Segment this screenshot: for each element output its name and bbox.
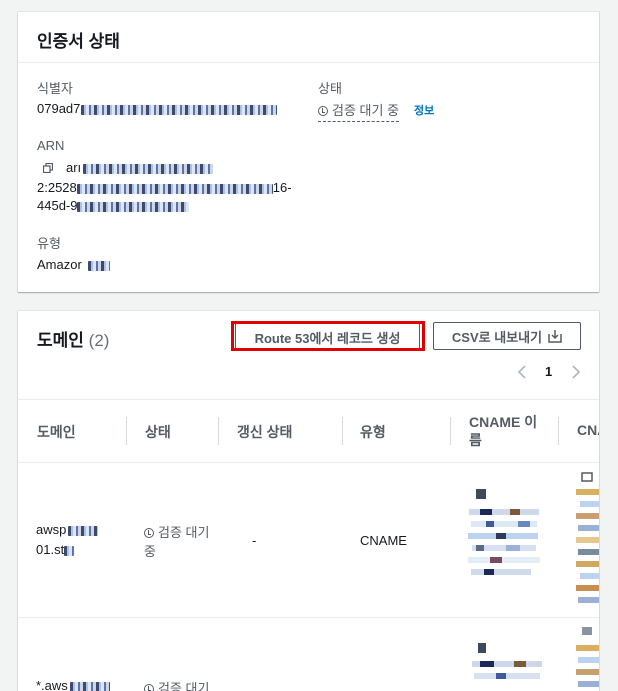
type-label: 유형 (37, 236, 61, 251)
table-row-1-domain-line-2: 01.st (36, 542, 75, 557)
identifier-label: 식별자 (37, 81, 73, 96)
chevron-right-icon[interactable] (571, 364, 581, 380)
copy-icon[interactable] (43, 163, 53, 173)
chevron-left-icon[interactable] (517, 364, 527, 380)
arn-line-2: 2:2528 16- (37, 180, 292, 195)
clock-icon (144, 528, 154, 538)
table-row-1-domain: awsp (36, 522, 99, 537)
page-number[interactable]: 1 (545, 364, 552, 379)
clock-icon (144, 684, 154, 691)
type-value: Amazor (37, 257, 110, 272)
header-divider (18, 462, 599, 463)
domains-heading: 도메인 (2) (37, 326, 109, 351)
domains-title: 도메인 (37, 331, 84, 350)
table-row-1-renewal: - (252, 533, 257, 548)
redacted-blur (69, 681, 110, 691)
domains-card: 도메인 (2) Route 53에서 레코드 생성 CSV로 내보내기 1 도메… (18, 311, 599, 691)
row-divider (18, 617, 599, 618)
button-label: CSV로 내보내기 (451, 329, 543, 345)
clock-icon (318, 106, 328, 116)
redacted-cname-value (576, 472, 599, 603)
column-separator (126, 417, 127, 445)
status-label: 상태 (318, 81, 342, 96)
redacted-blur (77, 201, 190, 212)
column-separator (450, 417, 451, 445)
card-header: 인증서 상태 (18, 12, 599, 63)
redacted-blur (87, 260, 110, 271)
column-header-renewal-status[interactable]: 갱신 상태 (237, 422, 292, 442)
redacted-blur (68, 525, 99, 536)
highlight-box (231, 321, 425, 351)
info-link[interactable]: 정보 (414, 102, 434, 118)
table-row-1-status: 검증 대기 (144, 522, 209, 541)
column-header-type[interactable]: 유형 (360, 422, 386, 442)
redacted-blur (76, 183, 273, 194)
redacted-blur (64, 545, 75, 556)
column-separator (558, 417, 559, 445)
domains-count: (2) (88, 331, 110, 350)
table-row-1-type: CNAME (360, 533, 407, 548)
redacted-cname-name (468, 489, 540, 575)
column-header-cname-value[interactable]: CNA (577, 422, 599, 438)
column-header-cname-name[interactable]: CNAME 이름 (469, 413, 541, 449)
column-separator (342, 417, 343, 445)
export-csv-button[interactable]: CSV로 내보내기 (433, 322, 581, 350)
certificate-status-card: 인증서 상태 식별자 079ad7 상태 검증 대기 중 정보 ARN arı … (18, 12, 599, 292)
identifier-value: 079ad7 (37, 101, 278, 116)
column-separator (218, 417, 219, 445)
redacted-blur (83, 163, 214, 174)
table-row-1-status-line-2: 중 (144, 544, 156, 559)
redacted-cname-name (472, 643, 542, 679)
arn-label: ARN (37, 138, 65, 153)
redacted-blur (81, 104, 278, 115)
card-title: 인증서 상태 (37, 32, 120, 51)
column-header-domain[interactable]: 도메인 (37, 422, 76, 442)
download-icon (548, 330, 562, 343)
column-header-status[interactable]: 상태 (145, 422, 171, 442)
arn-line-1: arı (66, 160, 214, 175)
table-top-divider (18, 399, 599, 400)
status-value[interactable]: 검증 대기 중 (318, 100, 400, 122)
arn-line-3: 445d-9 (37, 198, 190, 213)
redacted-cname-value (576, 627, 599, 687)
